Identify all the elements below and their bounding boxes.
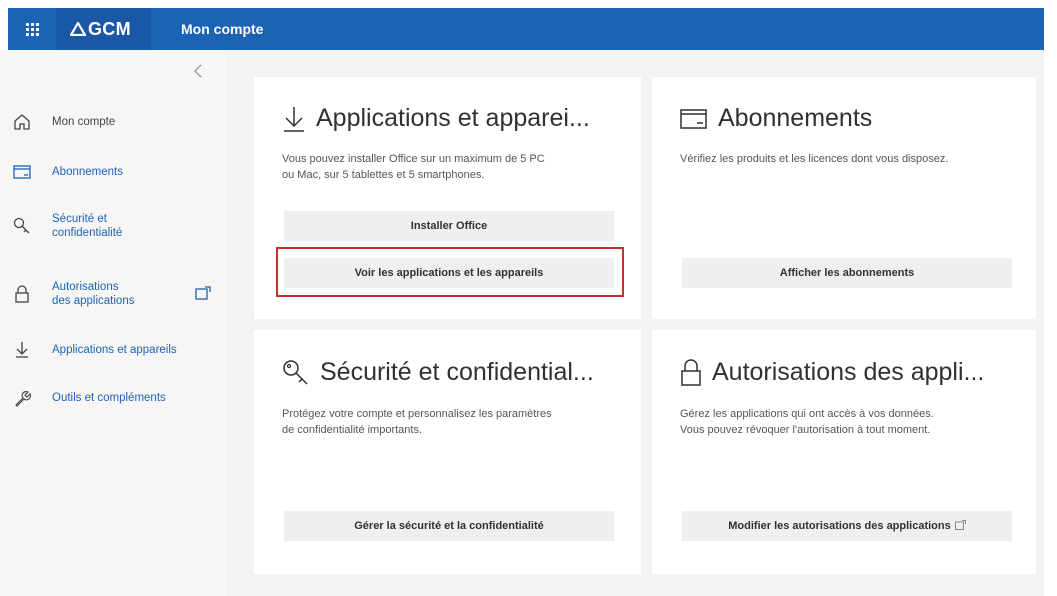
logo-triangle-icon (70, 22, 86, 36)
label-line-1: Sécurité et (52, 213, 107, 225)
external-link-icon (195, 285, 211, 303)
card-applications: Applications et apparei... Vous pouvez i… (254, 77, 641, 319)
chevron-left-icon[interactable] (193, 64, 203, 83)
label-line-2: confidentialité (52, 227, 123, 239)
lock-icon (10, 282, 34, 306)
card-title: Autorisations des appli... (680, 358, 984, 387)
top-bar: GCM Mon compte (8, 8, 1044, 50)
home-icon (10, 110, 34, 134)
download-icon (282, 105, 306, 133)
sidebar-item-label: Sécurité et confidentialité (52, 212, 122, 240)
card-description: Gérez les applications qui ont accès à v… (680, 406, 1030, 438)
card-description: Vous pouvez installer Office sur un maxi… (282, 151, 632, 183)
modify-permissions-button[interactable]: Modifier les autorisations des applicati… (682, 511, 1012, 541)
sidebar-item-mon-compte[interactable]: Mon compte (10, 110, 220, 134)
sidebar-item-outils[interactable]: Outils et compléments (10, 386, 220, 410)
lock-icon (680, 358, 702, 387)
card-description: Vérifiez les produits et les licences do… (680, 153, 949, 165)
sidebar-item-label: Autorisations des applications (52, 280, 134, 308)
desc-line-1: Gérez les applications qui ont accès à v… (680, 408, 934, 420)
sidebar-item-applications[interactable]: Applications et appareils (10, 338, 220, 362)
view-apps-devices-button[interactable]: Voir les applications et les appareils (284, 258, 614, 288)
external-link-icon (954, 519, 966, 533)
card-icon (10, 160, 34, 184)
desc-line-2: ou Mac, sur 5 tablettes et 5 smartphones… (282, 169, 485, 181)
app-launcher-button[interactable] (8, 8, 56, 50)
sidebar-item-securite[interactable]: Sécurité et confidentialité (10, 212, 220, 240)
card-subscriptions: Abonnements Vérifiez les produits et les… (652, 77, 1036, 319)
card-permissions: Autorisations des appli... Gérez les app… (652, 330, 1036, 574)
manage-security-button[interactable]: Gérer la sécurité et la confidentialité (284, 511, 614, 541)
card-title: Abonnements (680, 104, 872, 133)
card-title-text: Applications et apparei... (316, 104, 590, 132)
wrench-icon (10, 386, 34, 410)
card-title-text: Abonnements (718, 104, 873, 132)
install-office-button[interactable]: Installer Office (284, 211, 614, 241)
desc-line-2: de confidentialité importants. (282, 424, 423, 436)
card-title: Sécurité et confidential... (282, 358, 594, 387)
button-label: Modifier les autorisations des applicati… (728, 520, 951, 532)
card-title-text: Autorisations des appli... (712, 358, 985, 386)
desc-line-1: Protégez votre compte et personnalisez l… (282, 408, 552, 420)
sidebar-item-label: Applications et appareils (52, 344, 177, 356)
card-icon (680, 108, 708, 130)
sidebar-item-label: Mon compte (52, 116, 116, 128)
logo-text: GCM (88, 18, 131, 39)
desc-line-1: Vous pouvez installer Office sur un maxi… (282, 153, 545, 165)
desc-line-2: Vous pouvez révoquer l'autorisation à to… (680, 424, 931, 436)
app-title[interactable]: Mon compte (181, 21, 263, 37)
label-line-1: Autorisations (52, 281, 119, 293)
key-icon (282, 359, 310, 387)
sidebar-item-label: Abonnements (52, 166, 123, 178)
sidebar-item-autorisations[interactable]: Autorisations des applications (10, 280, 220, 308)
download-icon (10, 338, 34, 362)
sidebar-item-label: Outils et compléments (52, 392, 166, 404)
view-subscriptions-button[interactable]: Afficher les abonnements (682, 258, 1012, 288)
main-content: Applications et apparei... Vous pouvez i… (226, 50, 1044, 596)
card-security: Sécurité et confidential... Protégez vot… (254, 330, 641, 574)
waffle-icon (25, 22, 39, 36)
card-title: Applications et apparei... (282, 104, 590, 133)
sidebar-item-abonnements[interactable]: Abonnements (10, 160, 220, 184)
key-icon (10, 214, 34, 238)
label-line-2: des applications (52, 295, 135, 307)
sidebar: Mon compte Abonnements Sécurité et confi… (0, 50, 226, 596)
card-title-text: Sécurité et confidential... (320, 358, 594, 386)
company-logo[interactable]: GCM (56, 8, 151, 50)
card-description: Protégez votre compte et personnalisez l… (282, 406, 632, 438)
